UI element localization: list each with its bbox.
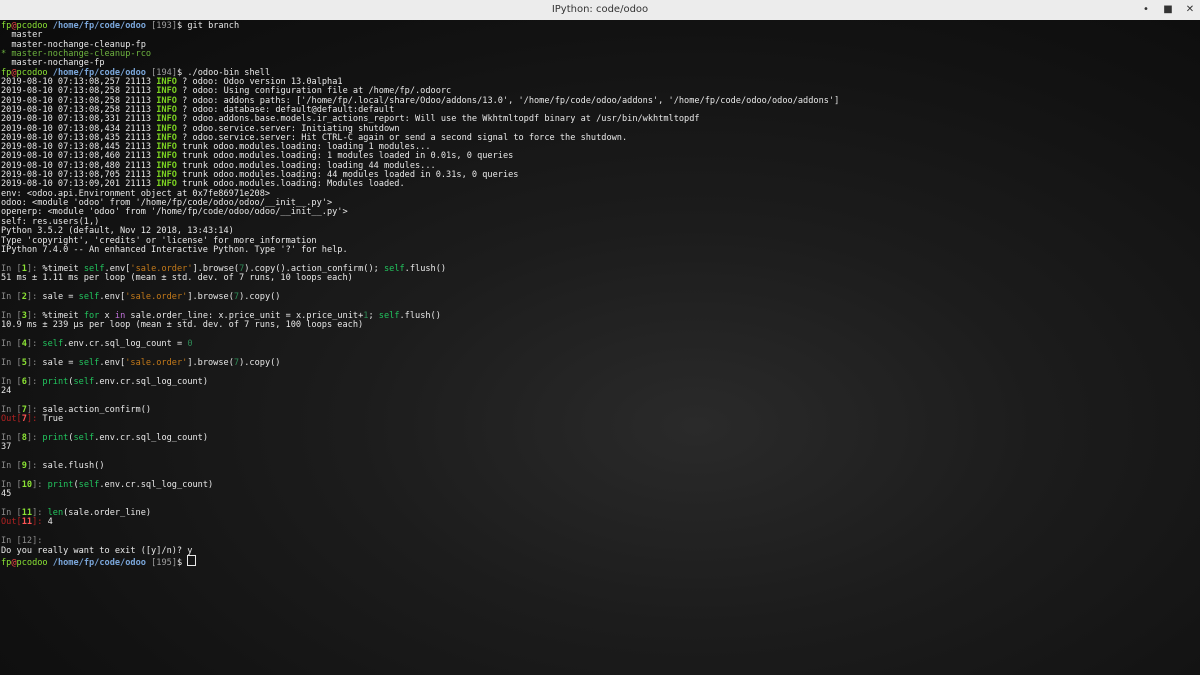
branch-line: master-nochange-fp (1, 58, 105, 68)
log-db: ? (182, 86, 188, 96)
ipython-input-line: In [4]: self.env.cr.sql_log_count = 0 (1, 339, 193, 349)
log-logger: odoo (192, 86, 214, 96)
log-timestamp: 2019-08-10 07:13:08,460 (1, 151, 120, 161)
log-pid: 21113 (125, 86, 152, 96)
ipython-output-line: 37 (1, 442, 12, 452)
ipython-output-line: Out[11]: 4 (1, 517, 53, 527)
prompt-history-number: 193 (156, 21, 172, 31)
branch-marker (1, 30, 6, 40)
branch-marker (1, 58, 6, 68)
minimize-button[interactable]: • (1138, 2, 1154, 18)
log-pid: 21113 (125, 151, 152, 161)
in-prompt: In [5]: (1, 358, 43, 368)
window-title: IPython: code/odoo (551, 4, 649, 15)
ipython-output-line: 51 ms ± 1.11 ms per loop (mean ± std. de… (1, 273, 353, 283)
log-message: Using configuration file at /home/fp/.od… (223, 86, 452, 96)
prompt-user: fp (1, 558, 12, 568)
ipython-input-line: In [2]: sale = self.env['sale.order'].br… (1, 292, 281, 302)
log-level: INFO (156, 114, 177, 124)
ipython-input-line: In [12]: (1, 536, 42, 546)
log-timestamp: 2019-08-10 07:13:08,258 (1, 86, 120, 96)
log-message: 1 modules loaded in 0.01s, 0 queries (327, 151, 514, 161)
branch-line: master (1, 30, 42, 40)
prompt-path: /home/fp/code/odoo (52, 21, 146, 31)
close-button[interactable]: ✕ (1182, 2, 1198, 18)
log-level: INFO (156, 179, 177, 189)
prompt-history-number: 195 (156, 558, 172, 568)
log-pid: 21113 (125, 114, 152, 124)
banner-line: openerp: <module 'odoo' from '/home/fp/c… (1, 207, 348, 217)
log-timestamp: 2019-08-10 07:13:09,201 (1, 179, 120, 189)
log-level: INFO (156, 86, 177, 96)
ipython-input-line: In [5]: sale = self.env['sale.order'].br… (1, 358, 281, 368)
log-logger: odoo.modules.loading (213, 151, 317, 161)
ipython-input-line: In [8]: print(self.env.cr.sql_log_count) (1, 433, 209, 443)
log-logger: odoo.modules.loading (213, 179, 317, 189)
banner-line: Python 3.5.2 (default, Nov 12 2018, 13:4… (1, 226, 234, 236)
ipython-output-line: Out[7]: True (1, 414, 64, 424)
in-prompt: In [12]: (1, 536, 43, 546)
in-prompt: In [4]: (1, 339, 43, 349)
ipython-input-line: In [9]: sale.flush() (1, 461, 105, 471)
log-pid: 21113 (125, 179, 152, 189)
text-cursor[interactable] (187, 555, 197, 566)
banner-line: IPython 7.4.0 -- An enhanced Interactive… (1, 245, 348, 255)
log-timestamp: 2019-08-10 07:13:08,331 (1, 114, 120, 124)
log-line: 2019-08-10 07:13:09,201 21113 INFO trunk… (1, 179, 405, 189)
maximize-button[interactable]: ■ (1160, 2, 1176, 18)
prompt-host: pcodoo (16, 558, 48, 568)
log-db: trunk (182, 151, 209, 161)
ipython-output-line: 24 (1, 386, 12, 396)
window-titlebar: IPython: code/odoo • ■ ✕ (0, 0, 1200, 21)
out-prompt: Out[7]: (1, 414, 43, 424)
out-prompt: Out[11]: (1, 517, 48, 527)
terminal-output[interactable]: fp@pcodoo /home/fp/code/odoo [193]$ git … (0, 20, 1200, 675)
log-logger: odoo.addons.base.models.ir_actions_repor… (192, 114, 405, 124)
in-prompt: In [2]: (1, 292, 43, 302)
prompt-path: /home/fp/code/odoo (52, 558, 146, 568)
ipython-output-line: 45 (1, 489, 12, 499)
log-line: 2019-08-10 07:13:08,331 21113 INFO ? odo… (1, 114, 700, 124)
log-message: Will use the Wkhtmltopdf binary at /usr/… (415, 114, 700, 124)
log-line: 2019-08-10 07:13:08,460 21113 INFO trunk… (1, 151, 514, 161)
branch-name: master-nochange-fp (11, 58, 105, 68)
log-message: Modules loaded. (327, 179, 405, 189)
branch-name: master (11, 30, 43, 40)
shell-prompt-line[interactable]: fp@pcodoo /home/fp/code/odoo [195]$ (1, 555, 197, 568)
ipython-output-line: 10.9 ms ± 239 µs per loop (mean ± std. d… (1, 320, 364, 330)
log-line: 2019-08-10 07:13:08,258 21113 INFO ? odo… (1, 86, 452, 96)
ipython-input-line: In [6]: print(self.env.cr.sql_log_count) (1, 377, 209, 387)
in-prompt: In [9]: (1, 461, 43, 471)
log-db: trunk (182, 179, 209, 189)
log-db: ? (182, 114, 188, 124)
shell-command: git branch (187, 21, 240, 31)
log-level: INFO (156, 151, 177, 161)
ipython-input-line: In [10]: print(self.env.cr.sql_log_count… (1, 480, 214, 490)
